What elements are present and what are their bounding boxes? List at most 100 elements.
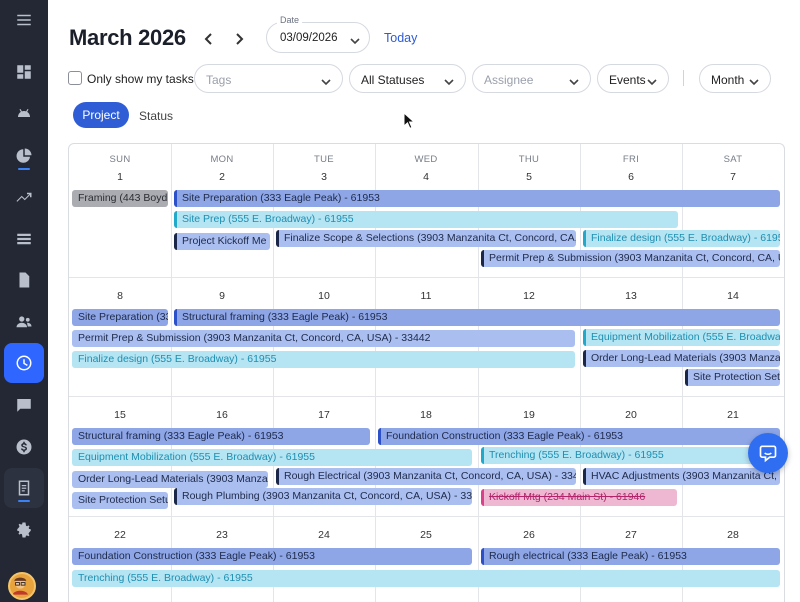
pie-chart-icon[interactable]: [4, 136, 44, 176]
chevron-down-icon: [350, 33, 360, 51]
day-number[interactable]: 1: [69, 171, 171, 183]
day-number[interactable]: 2: [171, 171, 273, 183]
day-number[interactable]: 25: [375, 529, 477, 541]
chevron-down-icon: [569, 74, 579, 92]
day-number[interactable]: 15: [69, 409, 171, 421]
day-number[interactable]: 18: [375, 409, 477, 421]
day-number[interactable]: 8: [69, 290, 171, 302]
calendar-event[interactable]: Foundation Construction (333 Eagle Peak)…: [72, 548, 472, 565]
menu-icon[interactable]: [4, 0, 44, 40]
day-number[interactable]: 16: [171, 409, 273, 421]
next-month-button[interactable]: [228, 28, 250, 50]
day-number[interactable]: 19: [478, 409, 580, 421]
day-number[interactable]: 24: [273, 529, 375, 541]
android-icon[interactable]: [4, 94, 44, 134]
chevron-down-icon: [647, 74, 657, 92]
assignee-placeholder: Assignee: [484, 73, 534, 87]
calendar-event[interactable]: Finalize design (555 E. Broadway) - 6195…: [72, 351, 575, 368]
day-number[interactable]: 5: [478, 171, 580, 183]
calendar-event[interactable]: Foundation Construction (333 Eagle Peak)…: [378, 428, 780, 445]
day-number[interactable]: 4: [375, 171, 477, 183]
people-icon[interactable]: [4, 302, 44, 342]
day-number[interactable]: 21: [682, 409, 784, 421]
day-number[interactable]: 12: [478, 290, 580, 302]
day-number[interactable]: 13: [580, 290, 682, 302]
day-number[interactable]: 9: [171, 290, 273, 302]
schedule-icon[interactable]: [4, 468, 44, 508]
chat-icon[interactable]: [4, 385, 44, 425]
date-field-value[interactable]: 03/09/2026: [280, 32, 338, 44]
avatar[interactable]: [8, 572, 36, 600]
dollar-icon[interactable]: [4, 427, 44, 467]
calendar-event[interactable]: Framing (443 Boyd: [72, 190, 168, 207]
day-number[interactable]: 20: [580, 409, 682, 421]
calendar-event[interactable]: Site Protection Setu: [72, 492, 168, 509]
my-tasks-checkbox[interactable]: [68, 71, 82, 85]
calendar-event[interactable]: Site Preparation (33: [72, 309, 168, 326]
today-button[interactable]: Today: [384, 31, 417, 45]
calendar-event[interactable]: Order Long-Lead Materials (3903 Manza: [583, 350, 780, 367]
calendar-event[interactable]: Permit Prep & Submission (3903 Manzanita…: [481, 250, 780, 267]
weekday-fri: FRI: [622, 154, 640, 165]
day-number[interactable]: 28: [682, 529, 784, 541]
day-number[interactable]: 27: [580, 529, 682, 541]
tags-dropdown[interactable]: Tags: [194, 64, 343, 93]
tab-status[interactable]: Status: [139, 109, 173, 123]
calendar-event[interactable]: Structural framing (333 Eagle Peak) - 61…: [174, 309, 780, 326]
document-icon[interactable]: [4, 260, 44, 300]
weekday-sat: SAT: [723, 154, 743, 165]
list-icon[interactable]: [4, 219, 44, 259]
calendar-event[interactable]: Permit Prep & Submission (3903 Manzanita…: [72, 330, 575, 347]
calendar-event[interactable]: Structural framing (333 Eagle Peak) - 61…: [72, 428, 370, 445]
calendar-event[interactable]: Order Long-Lead Materials (3903 Manzan: [72, 471, 268, 488]
day-number[interactable]: 3: [273, 171, 375, 183]
tags-placeholder: Tags: [206, 73, 232, 87]
calendar-event[interactable]: Trenching (555 E. Broadway) - 61955: [72, 570, 780, 587]
day-number[interactable]: 11: [375, 290, 477, 302]
chevron-right-icon: [236, 33, 244, 45]
calendar-event[interactable]: Equipment Mobilization (555 E. Broadwa: [583, 329, 780, 346]
calendar-event[interactable]: Site Preparation (333 Eagle Peak) - 6195…: [174, 190, 780, 207]
chat-support-button[interactable]: [748, 433, 788, 473]
calendar-event[interactable]: Trenching (555 E. Broadway) - 61955: [481, 447, 780, 464]
day-number[interactable]: 17: [273, 409, 375, 421]
date-picker[interactable]: Date 03/09/2026: [266, 15, 370, 53]
assignee-dropdown[interactable]: Assignee: [472, 64, 591, 93]
chat-bubble-icon: [759, 445, 777, 463]
day-number[interactable]: 14: [682, 290, 784, 302]
trend-icon[interactable]: [4, 178, 44, 218]
settings-icon[interactable]: [4, 510, 44, 550]
calendar-event[interactable]: Rough Electrical (3903 Manzanita Ct, Con…: [276, 468, 576, 485]
sidebar: [0, 0, 48, 602]
dashboard-icon[interactable]: [4, 52, 44, 92]
calendar-event[interactable]: HVAC Adjustments (3903 Manzanita Ct,: [583, 468, 780, 485]
previous-month-button[interactable]: [198, 28, 220, 50]
chevron-down-icon: [444, 74, 454, 92]
day-number[interactable]: 7: [682, 171, 784, 183]
events-dropdown[interactable]: Events: [597, 64, 669, 93]
day-number[interactable]: 22: [69, 529, 171, 541]
day-number[interactable]: 23: [171, 529, 273, 541]
calendar-event[interactable]: Kickoff Mtg (234 Main St) - 61946: [481, 489, 677, 506]
calendar-event[interactable]: Site Protection Set: [685, 369, 780, 386]
calendar-event[interactable]: Rough Plumbing (3903 Manzanita Ct, Conco…: [174, 488, 472, 505]
my-tasks-label[interactable]: Only show my tasks: [87, 72, 194, 86]
calendar-event[interactable]: Project Kickoff Me: [174, 233, 270, 250]
chevron-left-icon: [204, 33, 212, 45]
calendar-event[interactable]: Equipment Mobilization (555 E. Broadway)…: [72, 449, 472, 466]
day-number[interactable]: 10: [273, 290, 375, 302]
day-number[interactable]: 26: [478, 529, 580, 541]
day-number[interactable]: 6: [580, 171, 682, 183]
divider: [683, 70, 684, 86]
calendar-event[interactable]: Rough electrical (333 Eagle Peak) - 6195…: [481, 548, 780, 565]
clock-icon[interactable]: [4, 343, 44, 383]
view-dropdown[interactable]: Month: [699, 64, 771, 93]
active-underline: [18, 500, 30, 502]
calendar-event[interactable]: Finalize Scope & Selections (3903 Manzan…: [276, 230, 576, 247]
tab-project[interactable]: Project: [73, 102, 129, 128]
chevron-down-icon: [321, 74, 331, 92]
calendar-event[interactable]: Finalize design (555 E. Broadway) - 6195…: [583, 230, 780, 247]
calendar-event[interactable]: Site Prep (555 E. Broadway) - 61955: [174, 211, 678, 228]
status-dropdown[interactable]: All Statuses: [349, 64, 466, 93]
grid-line: [69, 277, 784, 278]
